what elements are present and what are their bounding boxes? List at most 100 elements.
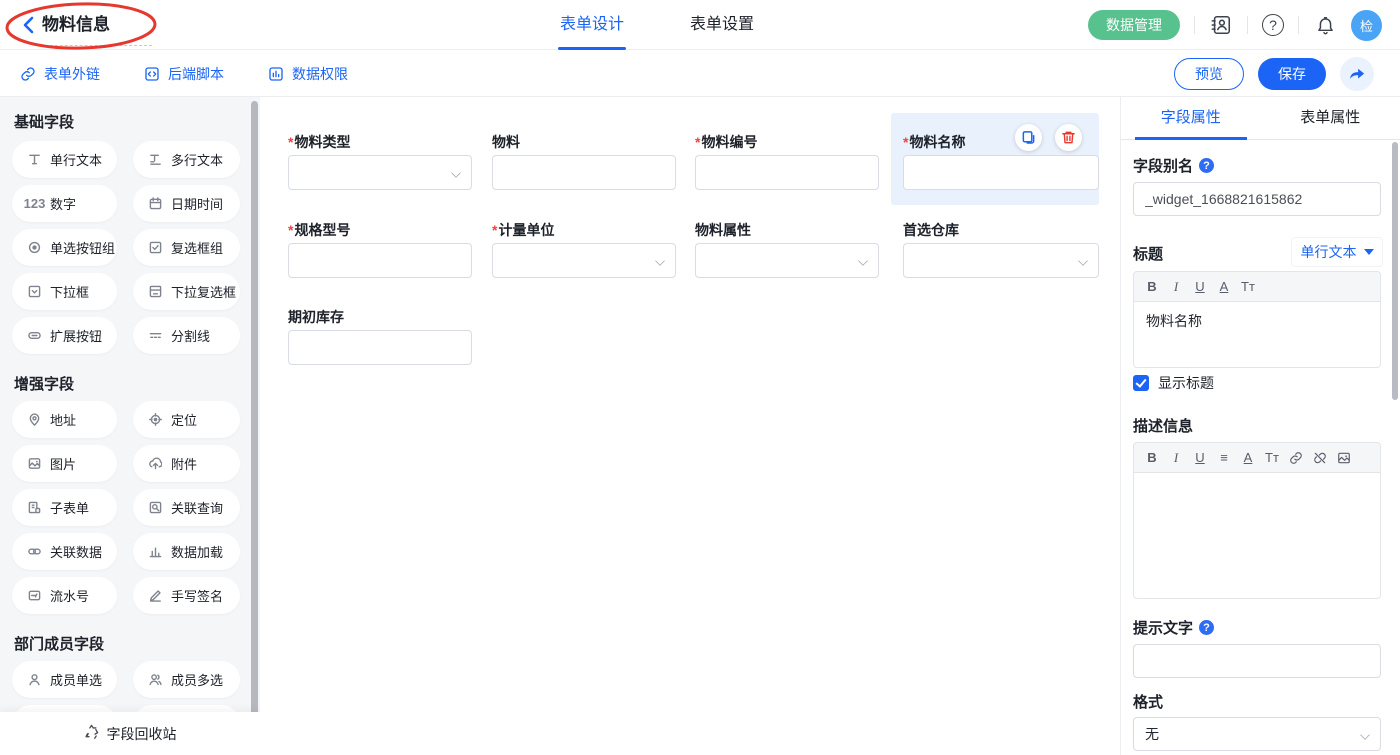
palette-item-divider[interactable]: 分割线: [133, 317, 240, 354]
data-permission-link[interactable]: 数据权限: [268, 64, 348, 84]
description-editor: B I U ≡ A Tт: [1133, 442, 1381, 599]
bell-icon[interactable]: [1313, 13, 1337, 37]
help-icon[interactable]: ?: [1199, 158, 1214, 173]
palette-item-extend-button[interactable]: 扩展按钮: [12, 317, 117, 354]
chevron-down-icon: [451, 168, 461, 178]
palette-item-location[interactable]: 定位: [133, 401, 240, 438]
avatar[interactable]: 检: [1351, 10, 1382, 41]
section-title-basic-fields: 基础字段: [14, 111, 74, 132]
description-editor-content[interactable]: [1133, 473, 1381, 599]
panel-tabs: 字段属性 表单属性: [1121, 97, 1400, 140]
data-manage-button[interactable]: 数据管理: [1088, 10, 1180, 40]
field-widget-spec-model[interactable]: [288, 243, 472, 278]
linked-query-icon: [148, 501, 163, 514]
palette-item-multi-select[interactable]: 下拉复选框: [133, 273, 240, 310]
toolbar-links: 表单外链 后端脚本 数据权限: [20, 50, 348, 97]
sidebar-scrollbar[interactable]: [251, 101, 258, 755]
checkbox-checked-icon: [1133, 375, 1149, 391]
help-icon[interactable]: ?: [1262, 14, 1284, 36]
palette-item-data-load[interactable]: 数据加载: [133, 533, 240, 570]
field-label: 期初库存: [288, 307, 344, 327]
tab-form-settings[interactable]: 表单设置: [690, 0, 754, 50]
palette-item-multi-line-text[interactable]: 多行文本: [133, 141, 240, 178]
font-size-icon[interactable]: Tт: [1236, 275, 1260, 299]
member-multi-icon: [148, 673, 163, 686]
section-title-enhanced-fields: 增强字段: [14, 373, 74, 394]
alias-input[interactable]: [1133, 182, 1381, 216]
tab-form-design[interactable]: 表单设计: [560, 0, 624, 50]
unlink-icon[interactable]: [1308, 446, 1332, 470]
font-size-icon[interactable]: Tт: [1260, 446, 1284, 470]
description-editor-toolbar: B I U ≡ A Tт: [1133, 442, 1381, 473]
backend-script-link[interactable]: 后端脚本: [144, 64, 224, 84]
palette-item-member-multi[interactable]: 成员多选: [133, 661, 240, 698]
field-recycle-bin[interactable]: 字段回收站: [0, 712, 260, 755]
title-editor-content[interactable]: 物料名称: [1133, 302, 1381, 368]
font-color-icon[interactable]: A: [1212, 275, 1236, 299]
hint-input[interactable]: [1133, 644, 1381, 678]
panel-scrollbar[interactable]: [1392, 142, 1398, 400]
toolbar-actions: 预览 保存: [1174, 50, 1374, 97]
underline-icon[interactable]: U: [1188, 446, 1212, 470]
palette-item-attachment[interactable]: 附件: [133, 445, 240, 482]
help-icon[interactable]: ?: [1199, 620, 1214, 635]
back-icon[interactable]: [18, 14, 40, 36]
data-permission-icon: [268, 66, 284, 82]
palette-item-address[interactable]: 地址: [12, 401, 117, 438]
italic-icon[interactable]: I: [1164, 275, 1188, 299]
palette-item-radio-group[interactable]: 单选按钮组: [12, 229, 117, 266]
palette-item-signature[interactable]: 手写签名: [133, 577, 240, 614]
image-icon: [27, 457, 42, 470]
chevron-down-icon: [1078, 256, 1088, 266]
bold-icon[interactable]: B: [1140, 275, 1164, 299]
italic-icon[interactable]: I: [1164, 446, 1188, 470]
tab-field-properties[interactable]: 字段属性: [1121, 97, 1261, 139]
preview-button[interactable]: 预览: [1174, 58, 1244, 90]
field-widget-material-attr[interactable]: [695, 243, 879, 278]
show-title-checkbox[interactable]: 显示标题: [1133, 373, 1214, 393]
field-widget-preferred-warehouse[interactable]: [903, 243, 1099, 278]
field-widget-opening-stock[interactable]: [288, 330, 472, 365]
palette-item-linked-data[interactable]: 关联数据: [12, 533, 117, 570]
align-icon[interactable]: ≡: [1212, 446, 1236, 470]
palette-item-image[interactable]: 图片: [12, 445, 117, 482]
tab-form-properties[interactable]: 表单属性: [1261, 97, 1400, 139]
palette-item-serial-number[interactable]: 流水号: [12, 577, 117, 614]
title-underline: [40, 45, 152, 46]
font-color-icon[interactable]: A: [1236, 446, 1260, 470]
save-button[interactable]: 保存: [1258, 58, 1326, 90]
palette-item-checkbox-group[interactable]: 复选框组: [133, 229, 240, 266]
share-button[interactable]: [1340, 57, 1374, 91]
field-widget-material-name[interactable]: [903, 155, 1099, 190]
field-label: *物料类型: [288, 132, 350, 152]
insert-image-icon[interactable]: [1332, 446, 1356, 470]
field-widget-material-code[interactable]: [695, 155, 879, 190]
contacts-icon[interactable]: [1209, 13, 1233, 37]
caret-down-icon: [1364, 249, 1374, 255]
form-external-link[interactable]: 表单外链: [20, 64, 100, 84]
divider-icon: [148, 329, 163, 342]
field-label: *规格型号: [288, 220, 350, 240]
palette-item-number[interactable]: 123 数字: [12, 185, 117, 222]
link-icon[interactable]: [1284, 446, 1308, 470]
palette-item-subform[interactable]: 子表单: [12, 489, 117, 526]
palette-item-single-line-text[interactable]: 单行文本: [12, 141, 117, 178]
title-editor-toolbar: B I U A Tт: [1133, 271, 1381, 302]
copy-field-button[interactable]: [1015, 124, 1042, 151]
palette-item-linked-query[interactable]: 关联查询: [133, 489, 240, 526]
form-canvas[interactable]: *物料类型 物料 *物料编号 *物料名称 *规格型号 *计量单位 物料属性 首选…: [260, 97, 1120, 755]
underline-icon[interactable]: U: [1188, 275, 1212, 299]
palette-item-select[interactable]: 下拉框: [12, 273, 117, 310]
delete-field-button[interactable]: [1055, 124, 1082, 151]
palette-item-datetime[interactable]: 日期时间: [133, 185, 240, 222]
field-widget-material-type[interactable]: [288, 155, 472, 190]
field-widget-material[interactable]: [492, 155, 676, 190]
field-type-dropdown[interactable]: 单行文本: [1291, 237, 1383, 267]
properties-panel: 字段属性 表单属性 字段别名 ? 标题 单行文本 B I U A Tт 物料名称…: [1120, 97, 1400, 755]
format-select[interactable]: 无: [1133, 717, 1381, 751]
multi-select-icon: [148, 285, 163, 298]
field-widget-unit[interactable]: [492, 243, 676, 278]
field-label: 物料: [492, 132, 520, 152]
palette-item-member-single[interactable]: 成员单选: [12, 661, 117, 698]
bold-icon[interactable]: B: [1140, 446, 1164, 470]
